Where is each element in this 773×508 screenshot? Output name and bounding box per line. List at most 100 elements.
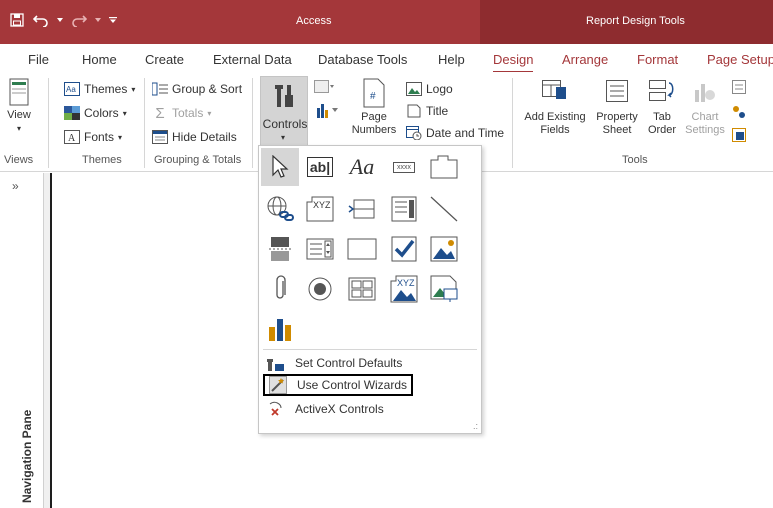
- navigation-pane[interactable]: » Navigation Pane: [0, 173, 44, 508]
- unbound-object-frame-icon[interactable]: [425, 270, 463, 308]
- select-pointer-icon[interactable]: [261, 148, 299, 186]
- chart-settings-icon: [695, 84, 715, 102]
- svg-text:XYZ: XYZ: [313, 200, 331, 210]
- option-button-icon[interactable]: [301, 270, 339, 308]
- undo-dropdown-icon[interactable]: [56, 11, 64, 29]
- page-numbers-button[interactable]: # Page Numbers: [350, 78, 398, 137]
- convert-macros-icon[interactable]: [732, 105, 746, 119]
- use-control-wizards-item[interactable]: Use Control Wizards: [263, 374, 413, 396]
- chevron-down-icon: ▾: [281, 133, 286, 142]
- themes-button[interactable]: Aa Themes ▾: [64, 80, 135, 98]
- view-button[interactable]: View ▾: [4, 78, 34, 135]
- colors-button[interactable]: Colors ▾: [64, 104, 127, 122]
- tab-control-icon[interactable]: [425, 148, 463, 186]
- controls-label: Controls: [262, 117, 308, 131]
- activex-icon: [269, 401, 282, 416]
- navigation-control-icon[interactable]: [343, 190, 381, 228]
- undo-icon[interactable]: [32, 11, 50, 29]
- chevron-down-icon: ▾: [16, 124, 21, 133]
- bound-object-frame-icon[interactable]: XYZ: [385, 270, 423, 308]
- date-time-button[interactable]: Date and Time: [406, 124, 504, 142]
- button-control-icon[interactable]: xxxx: [385, 148, 423, 186]
- themes-label: Themes: [84, 82, 128, 96]
- group-sort-icon: [152, 82, 168, 96]
- tab-home[interactable]: Home: [82, 52, 117, 67]
- tab-help[interactable]: Help: [438, 52, 465, 67]
- group-sort-button[interactable]: Group & Sort: [152, 80, 242, 98]
- resize-grip-icon[interactable]: .:: [473, 421, 478, 431]
- svg-text:XYZ: XYZ: [397, 278, 415, 288]
- totals-label: Totals: [172, 106, 204, 120]
- logo-label: Logo: [426, 82, 453, 96]
- text-box-glyph: ab|: [306, 157, 334, 177]
- ribbon-tabs: File Home Create External Data Database …: [0, 44, 773, 73]
- text-box-icon[interactable]: ab|: [301, 148, 339, 186]
- insert-chart-icon: [317, 104, 338, 118]
- chevron-down-icon: ▾: [118, 132, 123, 142]
- add-existing-label: Add Existing: [524, 111, 586, 123]
- rectangle-icon[interactable]: [343, 230, 381, 268]
- tab-create[interactable]: Create: [145, 52, 184, 67]
- redo-icon[interactable]: [70, 11, 88, 29]
- group-divider: [48, 78, 49, 168]
- image-icon[interactable]: [425, 230, 463, 268]
- property-sheet-button[interactable]: Property Sheet: [592, 80, 642, 137]
- subreport-icon[interactable]: [732, 128, 746, 142]
- insert-image-button[interactable]: [312, 80, 336, 97]
- label-glyph: Aa: [349, 154, 375, 179]
- add-existing-fields-button[interactable]: Add Existing Fields: [520, 80, 590, 137]
- tab-order-button[interactable]: Tab Order: [644, 80, 680, 137]
- tab-format[interactable]: Format: [637, 52, 678, 67]
- numbers-label: Numbers: [351, 124, 397, 136]
- customize-qat-icon[interactable]: [108, 11, 118, 29]
- navigation-pane-label: Navigation Pane: [20, 409, 34, 503]
- group-sort-label: Group & Sort: [172, 82, 243, 96]
- group-label-tools: Tools: [622, 154, 648, 166]
- chart-control-icon[interactable]: [261, 310, 299, 348]
- insert-chart-button[interactable]: [316, 102, 340, 121]
- controls-button[interactable]: Controls ▾: [260, 76, 308, 148]
- control-wizards-icon: [269, 376, 287, 394]
- add-existing-fields-icon: [542, 80, 566, 99]
- attachment-icon[interactable]: [261, 270, 299, 308]
- save-icon[interactable]: [8, 11, 26, 29]
- tab-database-tools[interactable]: Database Tools: [318, 52, 407, 67]
- menu-divider: [263, 349, 477, 350]
- group-label-themes: Themes: [82, 154, 122, 166]
- colors-label: Colors: [84, 106, 119, 120]
- hide-details-button[interactable]: Hide Details: [152, 128, 237, 146]
- option-group-icon[interactable]: [385, 190, 423, 228]
- expand-pane-icon[interactable]: »: [12, 179, 19, 193]
- tab-file[interactable]: File: [28, 52, 49, 67]
- activex-controls-item[interactable]: ActiveX Controls: [263, 398, 477, 420]
- list-box-icon[interactable]: [343, 270, 381, 308]
- fonts-button[interactable]: A Fonts ▾: [64, 128, 122, 146]
- set-control-defaults-item[interactable]: Set Control Defaults: [263, 352, 477, 374]
- redo-dropdown-icon[interactable]: [94, 11, 102, 29]
- tab-order-icon: [649, 80, 674, 101]
- tab-external-data[interactable]: External Data: [213, 52, 292, 67]
- page-break-icon[interactable]: [261, 230, 299, 268]
- line-icon[interactable]: [425, 190, 463, 228]
- chart-settings-button[interactable]: Chart Settings: [682, 80, 728, 137]
- totals-button[interactable]: Σ Totals ▾: [152, 104, 211, 122]
- hyperlink-icon[interactable]: [261, 190, 299, 228]
- label-icon[interactable]: Aa: [343, 148, 381, 186]
- group-divider: [144, 78, 145, 168]
- use-control-wizards-label: Use Control Wizards: [297, 378, 408, 392]
- tab-page-setup[interactable]: Page Setup: [707, 52, 773, 67]
- logo-button[interactable]: Logo: [406, 80, 453, 98]
- tab-label: Tab: [653, 111, 671, 123]
- title-button[interactable]: Title: [406, 102, 448, 120]
- view-code-icon[interactable]: [732, 80, 746, 94]
- web-browser-control-icon[interactable]: XYZ: [301, 190, 339, 228]
- order-label: Order: [647, 124, 677, 136]
- tab-arrange[interactable]: Arrange: [562, 52, 608, 67]
- page-numbers-icon: #: [363, 78, 385, 108]
- title-label: Title: [426, 104, 449, 118]
- group-divider: [512, 78, 513, 168]
- tab-design[interactable]: Design: [493, 52, 534, 73]
- sigma-icon: Σ: [155, 104, 165, 122]
- combo-box-icon[interactable]: [301, 230, 339, 268]
- check-box-icon[interactable]: [385, 230, 423, 268]
